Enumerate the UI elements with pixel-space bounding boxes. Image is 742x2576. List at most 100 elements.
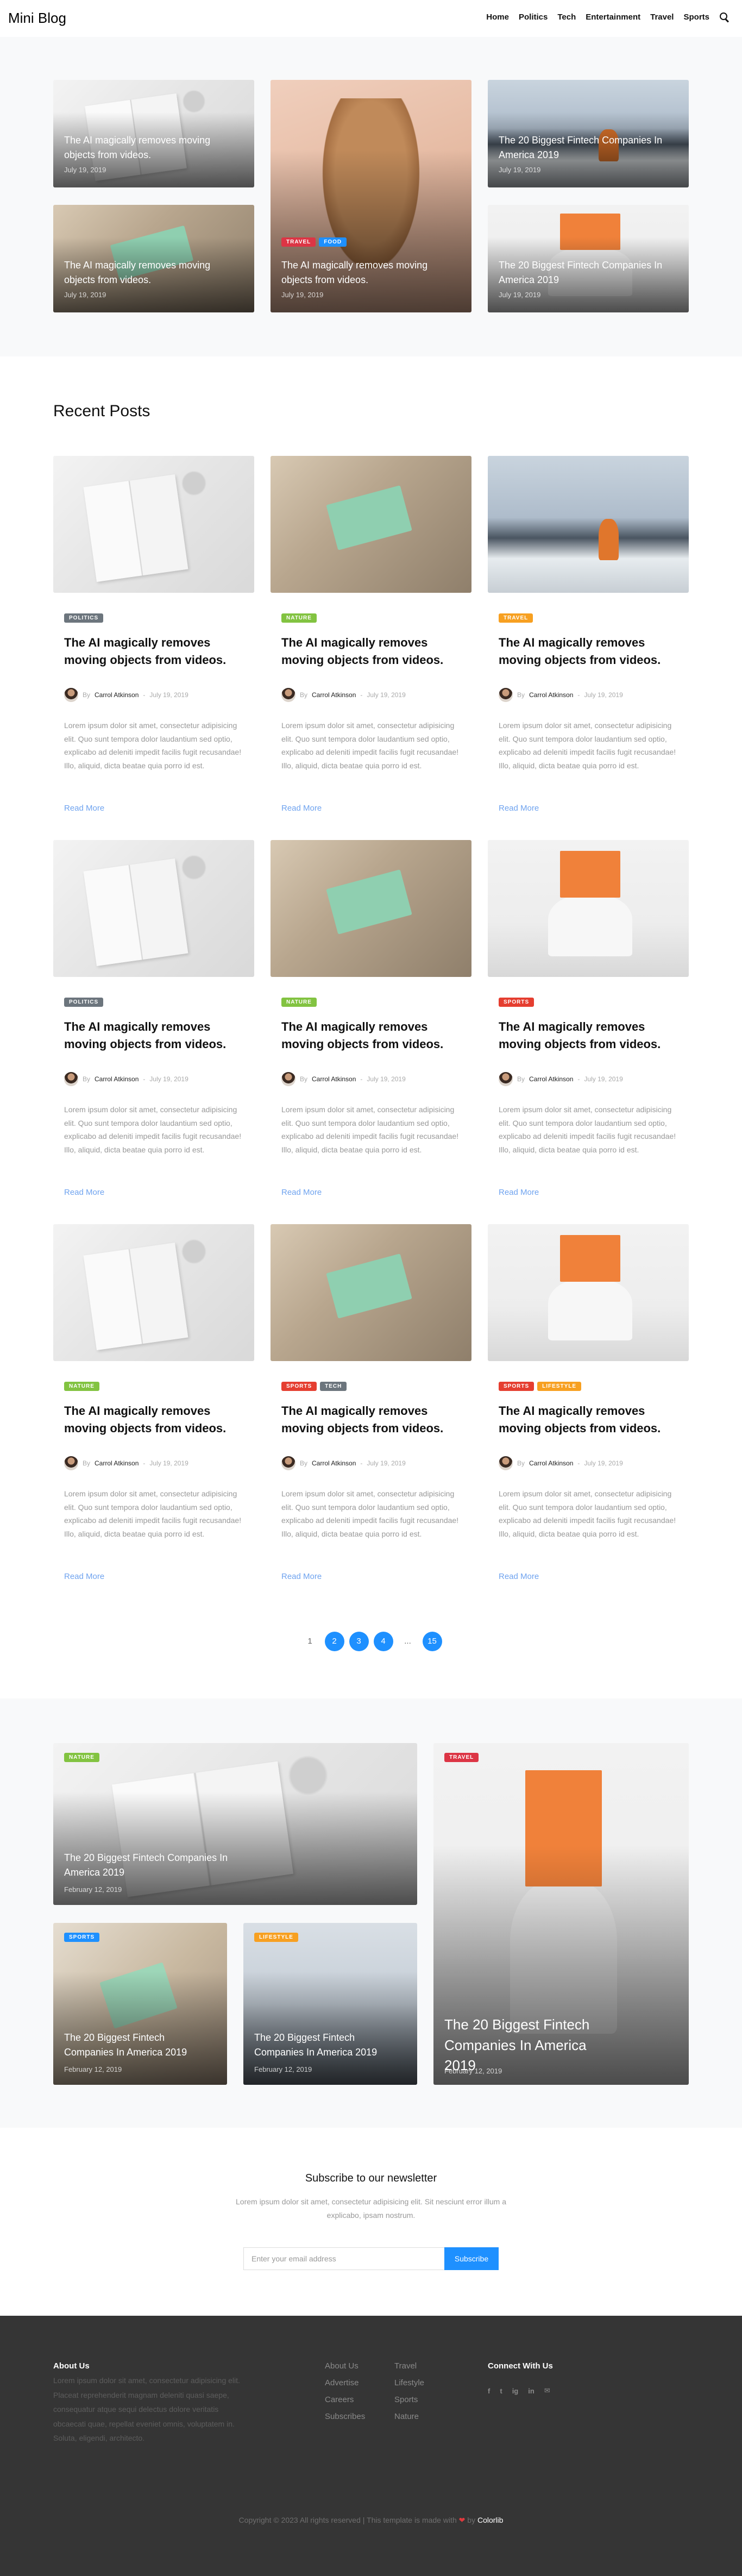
tag-travel[interactable]: Travel: [444, 1753, 479, 1762]
featured-card[interactable]: Sports The 20 Biggest Fintech Companies …: [53, 1923, 227, 2085]
tag-tech[interactable]: Tech: [320, 1382, 347, 1391]
read-more-link[interactable]: Read More: [281, 1188, 322, 1197]
post-author[interactable]: Carrol Atkinson: [529, 1075, 573, 1083]
page-1[interactable]: 1: [300, 1632, 320, 1651]
page-15[interactable]: 15: [422, 1632, 442, 1651]
tag-nature[interactable]: Nature: [281, 998, 317, 1007]
footer-link-careers[interactable]: Careers: [325, 2395, 365, 2404]
tag-politics[interactable]: Politics: [64, 613, 104, 623]
read-more-link[interactable]: Read More: [281, 804, 322, 813]
nav-home[interactable]: Home: [486, 12, 509, 22]
post-author[interactable]: Carrol Atkinson: [529, 1459, 573, 1467]
tag-nature[interactable]: Nature: [281, 613, 317, 623]
subscribe-button[interactable]: Subscribe: [444, 2247, 499, 2270]
hero-feature-card[interactable]: Travel Food The AI magically removes mov…: [271, 80, 471, 312]
post-image[interactable]: [488, 1224, 689, 1361]
nav-tech[interactable]: Tech: [557, 12, 576, 22]
tag-travel[interactable]: Travel: [499, 613, 533, 623]
featured-card[interactable]: Lifestyle The 20 Biggest Fintech Compani…: [243, 1923, 417, 2085]
footer-link-sports[interactable]: Sports: [394, 2395, 424, 2404]
post-author[interactable]: Carrol Atkinson: [312, 1075, 356, 1083]
post-title[interactable]: The AI magically removes moving objects …: [281, 634, 466, 669]
nav-entertainment[interactable]: Entertainment: [586, 12, 640, 22]
tag-lifestyle[interactable]: Lifestyle: [254, 1933, 298, 1942]
tag-lifestyle[interactable]: Lifestyle: [537, 1382, 582, 1391]
linkedin-icon[interactable]: in: [528, 2387, 535, 2395]
hero-card[interactable]: The AI magically removes moving objects …: [53, 80, 254, 187]
post-image[interactable]: [53, 456, 254, 593]
post-author[interactable]: Carrol Atkinson: [529, 691, 573, 699]
email-field[interactable]: Enter your email address: [243, 2247, 444, 2270]
site-logo[interactable]: Mini Blog: [8, 10, 66, 27]
post-title[interactable]: The AI magically removes moving objects …: [64, 634, 249, 669]
hero-card-title[interactable]: The 20 Biggest Fintech Companies In Amer…: [499, 133, 678, 162]
colorlib-link[interactable]: Colorlib: [477, 2516, 503, 2524]
post-image[interactable]: [271, 840, 471, 977]
hero-card[interactable]: The 20 Biggest Fintech Companies In Amer…: [488, 80, 689, 187]
facebook-icon[interactable]: f: [488, 2387, 490, 2395]
tag-travel[interactable]: Travel: [281, 237, 316, 247]
read-more-link[interactable]: Read More: [64, 1188, 104, 1197]
post-image[interactable]: [53, 1224, 254, 1361]
footer-link-lifestyle[interactable]: Lifestyle: [394, 2378, 424, 2387]
post-author[interactable]: Carrol Atkinson: [312, 691, 356, 699]
tag-nature[interactable]: Nature: [64, 1382, 99, 1391]
tag-sports[interactable]: Sports: [499, 1382, 535, 1391]
post-title[interactable]: The AI magically removes moving objects …: [499, 1018, 683, 1053]
nav-travel[interactable]: Travel: [650, 12, 674, 22]
read-more-link[interactable]: Read More: [281, 1572, 322, 1581]
hero-card-title[interactable]: The AI magically removes moving objects …: [64, 258, 243, 287]
read-more-link[interactable]: Read More: [64, 804, 104, 813]
post-author[interactable]: Carrol Atkinson: [95, 1459, 139, 1467]
instagram-icon[interactable]: ig: [512, 2387, 519, 2395]
post-author[interactable]: Carrol Atkinson: [95, 691, 139, 699]
page-4[interactable]: 4: [373, 1632, 393, 1651]
hero-card-title[interactable]: The AI magically removes moving objects …: [64, 133, 243, 162]
post-title[interactable]: The AI magically removes moving objects …: [64, 1402, 249, 1437]
footer-link-advertise[interactable]: Advertise: [325, 2378, 365, 2387]
tag-sports[interactable]: Sports: [281, 1382, 317, 1391]
tag-nature[interactable]: Nature: [64, 1753, 99, 1762]
featured-feature-card[interactable]: Travel The 20 Biggest Fintech Companies …: [433, 1743, 689, 2085]
featured-card-title[interactable]: The 20 Biggest Fintech Companies In Amer…: [254, 2030, 406, 2060]
nav-politics[interactable]: Politics: [519, 12, 548, 22]
tag-food[interactable]: Food: [319, 237, 347, 247]
page-2[interactable]: 2: [324, 1632, 344, 1651]
post-title[interactable]: The AI magically removes moving objects …: [499, 634, 683, 669]
tag-politics[interactable]: Politics: [64, 998, 104, 1007]
tag-sports[interactable]: Sports: [64, 1933, 100, 1942]
featured-card-title[interactable]: The 20 Biggest Fintech Companies In Amer…: [64, 1851, 249, 1880]
footer-link-about[interactable]: About Us: [325, 2361, 365, 2371]
post-by: By: [300, 691, 308, 699]
post-image[interactable]: [488, 840, 689, 977]
hero-card-title[interactable]: The AI magically removes moving objects …: [281, 258, 461, 287]
twitter-icon[interactable]: t: [500, 2387, 502, 2395]
post-image[interactable]: [271, 1224, 471, 1361]
footer-link-subscribes[interactable]: Subscribes: [325, 2412, 365, 2421]
read-more-link[interactable]: Read More: [64, 1572, 104, 1581]
post-author[interactable]: Carrol Atkinson: [95, 1075, 139, 1083]
post-image[interactable]: [271, 456, 471, 593]
post-title[interactable]: The AI magically removes moving objects …: [499, 1402, 683, 1437]
read-more-link[interactable]: Read More: [499, 804, 539, 813]
hero-card-title[interactable]: The 20 Biggest Fintech Companies In Amer…: [499, 258, 678, 287]
hero-card[interactable]: The 20 Biggest Fintech Companies In Amer…: [488, 205, 689, 312]
hero-card[interactable]: The AI magically removes moving objects …: [53, 205, 254, 312]
post-image[interactable]: [53, 840, 254, 977]
post-title[interactable]: The AI magically removes moving objects …: [64, 1018, 249, 1053]
footer-link-nature[interactable]: Nature: [394, 2412, 424, 2421]
read-more-link[interactable]: Read More: [499, 1572, 539, 1581]
featured-card-title[interactable]: The 20 Biggest Fintech Companies In Amer…: [64, 2030, 216, 2060]
post-author[interactable]: Carrol Atkinson: [312, 1459, 356, 1467]
page-3[interactable]: 3: [349, 1632, 369, 1651]
tag-sports[interactable]: Sports: [499, 998, 535, 1007]
email-icon[interactable]: ✉: [544, 2386, 550, 2395]
post-title[interactable]: The AI magically removes moving objects …: [281, 1018, 466, 1053]
post-image[interactable]: [488, 456, 689, 593]
featured-card[interactable]: Nature The 20 Biggest Fintech Companies …: [53, 1743, 417, 1905]
footer-link-travel[interactable]: Travel: [394, 2361, 424, 2371]
nav-sports[interactable]: Sports: [683, 12, 709, 22]
post-title[interactable]: The AI magically removes moving objects …: [281, 1402, 466, 1437]
read-more-link[interactable]: Read More: [499, 1188, 539, 1197]
search-icon[interactable]: [719, 12, 729, 22]
